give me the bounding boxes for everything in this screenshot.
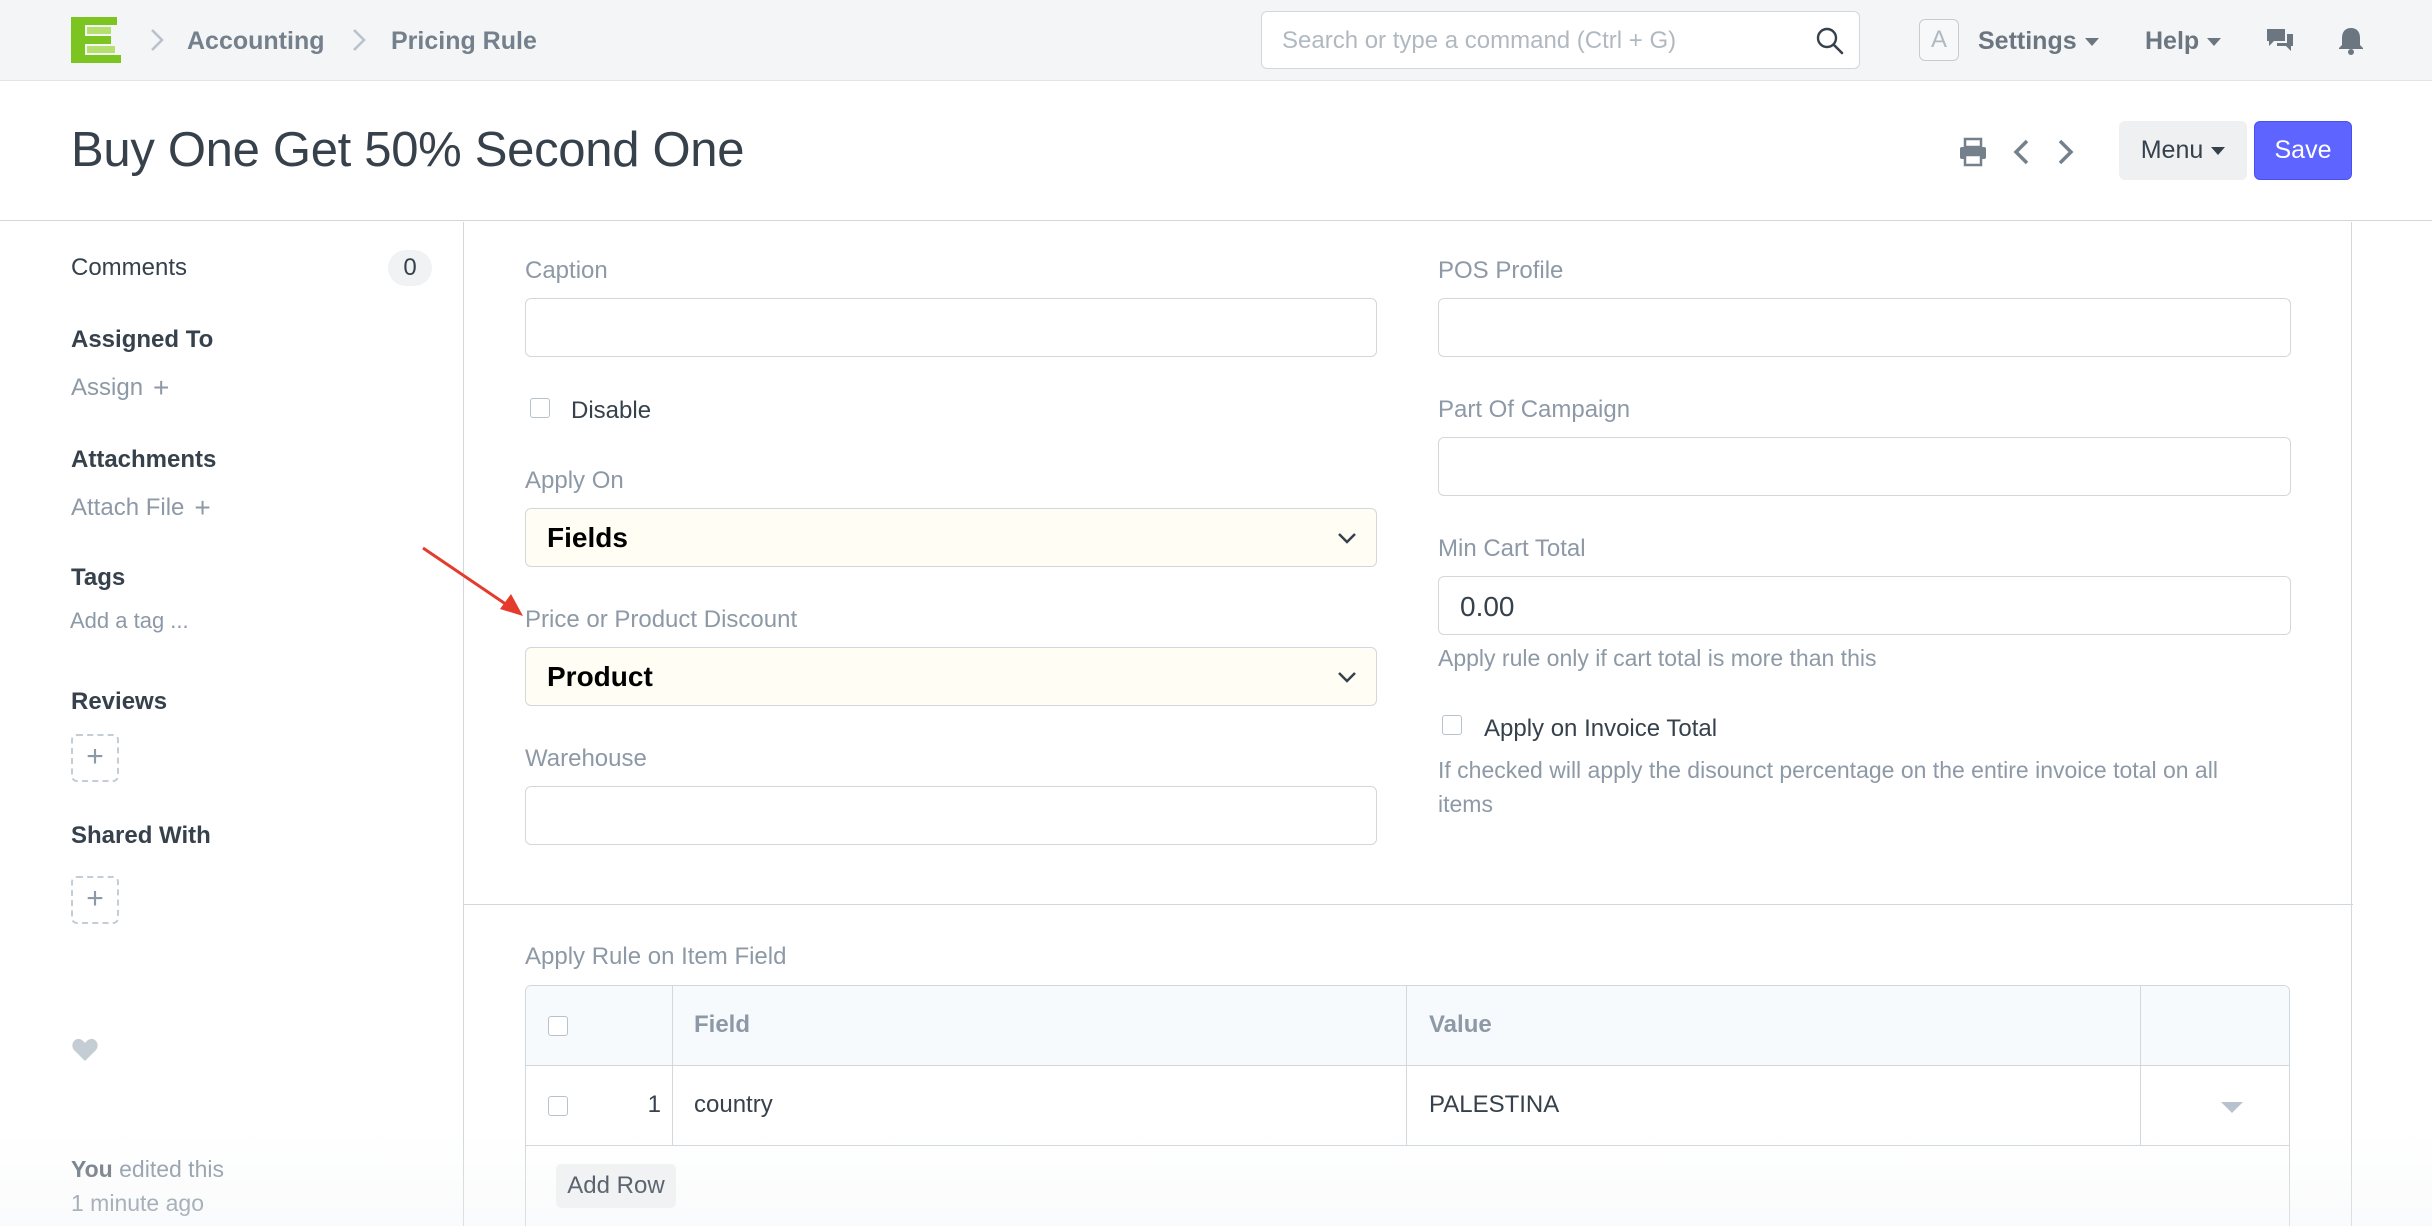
price-or-product-discount-select[interactable]: Product <box>525 647 1377 706</box>
comments-count-badge: 0 <box>388 250 432 286</box>
tags-heading: Tags <box>71 564 126 591</box>
previous-record-icon[interactable] <box>2006 136 2038 168</box>
add-tag-link[interactable]: Add a tag ... <box>70 608 189 634</box>
min-cart-total-help: Apply rule only if cart total is more th… <box>1438 645 1877 671</box>
last-edit-time: 1 minute ago <box>71 1190 204 1216</box>
app-logo-icon[interactable] <box>71 17 121 63</box>
table-row[interactable]: 1 country PALESTINA <box>526 1066 2289 1146</box>
row-value-cell[interactable]: PALESTINA <box>1429 1091 1559 1119</box>
column-divider <box>2140 986 2141 1146</box>
row-field-cell[interactable]: country <box>694 1091 773 1119</box>
disable-checkbox[interactable] <box>530 398 550 418</box>
save-button[interactable]: Save <box>2254 121 2352 180</box>
row-edit-caret-icon[interactable] <box>2221 1102 2243 1113</box>
disable-label: Disable <box>571 397 652 424</box>
plus-icon: + <box>194 492 211 523</box>
apply-on-invoice-total-label: Apply on Invoice Total <box>1484 715 1718 742</box>
form-sidebar: Comments 0 Assigned To Assign + Attachmen… <box>0 222 463 1226</box>
print-icon[interactable] <box>1957 136 1989 168</box>
chat-icon[interactable] <box>2264 24 2296 56</box>
last-edit-user: You <box>71 1156 113 1182</box>
assign-link[interactable]: Assign + <box>71 372 169 404</box>
search-icon[interactable] <box>1815 26 1845 56</box>
menu-label: Menu <box>2140 136 2204 164</box>
pos-profile-label: POS Profile <box>1438 257 1564 284</box>
caret-down-icon <box>2207 38 2222 47</box>
next-record-icon[interactable] <box>2049 136 2081 168</box>
apply-rule-on-item-field-label: Apply Rule on Item Field <box>525 943 787 970</box>
item-field-table: Field Value 1 country PALESTINA Add Row <box>525 985 2290 1226</box>
settings-label: Settings <box>1978 27 2077 55</box>
assigned-to-heading: Assigned To <box>71 326 214 353</box>
column-header-field[interactable]: Field <box>694 1011 750 1039</box>
help-label: Help <box>2145 27 2200 55</box>
caret-down-icon <box>2211 147 2226 156</box>
min-cart-total-label: Min Cart Total <box>1438 535 1586 562</box>
add-review-button[interactable]: + <box>71 734 119 782</box>
caret-down-icon <box>2084 38 2099 47</box>
settings-dropdown[interactable]: Settings <box>1978 26 2099 56</box>
chevron-right-icon <box>353 29 366 51</box>
add-row-button[interactable]: Add Row <box>556 1164 676 1208</box>
bell-icon[interactable] <box>2335 24 2367 56</box>
column-divider <box>1406 986 1407 1146</box>
menu-button[interactable]: Menu <box>2119 121 2247 180</box>
search-placeholder: Search or type a command (Ctrl + G) <box>1282 27 1677 54</box>
last-edit-info: You edited this <box>71 1156 224 1183</box>
chevron-down-icon <box>1338 672 1356 683</box>
min-cart-total-input[interactable]: 0.00 <box>1438 576 2291 635</box>
comments-label[interactable]: Comments <box>71 254 187 282</box>
pos-profile-input[interactable] <box>1438 298 2291 357</box>
part-of-campaign-label: Part Of Campaign <box>1438 396 1631 423</box>
attach-file-label: Attach File <box>71 494 185 521</box>
price-or-product-discount-label: Price or Product Discount <box>525 606 798 633</box>
navbar: Accounting Pricing Rule Search or type a… <box>0 0 2432 81</box>
chevron-down-icon <box>1338 533 1356 544</box>
column-divider <box>672 986 673 1146</box>
reviews-heading: Reviews <box>71 688 168 715</box>
apply-on-invoice-total-help-line-1: If checked will apply the disounct perce… <box>1438 757 2218 783</box>
page-title: Buy One Get 50% Second One <box>71 123 745 177</box>
form-body: Caption Disable Apply On Fields Price or… <box>463 222 2353 1226</box>
chevron-right-icon <box>151 29 164 51</box>
assign-label: Assign <box>71 374 144 401</box>
avatar[interactable]: A <box>1919 19 1959 61</box>
apply-on-select[interactable]: Fields <box>525 508 1377 567</box>
shared-with-heading: Shared With <box>71 822 211 849</box>
breadcrumb-accounting[interactable]: Accounting <box>187 26 325 56</box>
apply-on-invoice-total-help-line-2: items <box>1438 791 1493 817</box>
heart-icon[interactable] <box>72 1038 98 1062</box>
caption-input[interactable] <box>525 298 1377 357</box>
page-head: Buy One Get 50% Second One Menu Save <box>0 81 2432 221</box>
table-header: Field Value <box>526 986 2289 1066</box>
column-header-value[interactable]: Value <box>1429 1011 1492 1039</box>
plus-icon: + <box>153 372 170 403</box>
apply-on-label: Apply On <box>525 467 624 494</box>
attach-file-link[interactable]: Attach File + <box>71 492 211 524</box>
select-all-checkbox[interactable] <box>548 1016 568 1036</box>
apply-on-value: Fields <box>547 522 628 553</box>
add-share-button[interactable]: + <box>71 876 119 924</box>
breadcrumb-pricing-rule[interactable]: Pricing Rule <box>391 26 537 56</box>
section-divider <box>464 904 2353 905</box>
warehouse-label: Warehouse <box>525 745 647 772</box>
help-dropdown[interactable]: Help <box>2145 26 2222 56</box>
row-checkbox[interactable] <box>548 1096 568 1116</box>
row-index: 1 <box>647 1091 661 1118</box>
part-of-campaign-input[interactable] <box>1438 437 2291 496</box>
last-edit-action: edited this <box>112 1156 224 1182</box>
caption-label: Caption <box>525 257 608 284</box>
search-input[interactable]: Search or type a command (Ctrl + G) <box>1261 11 1860 69</box>
attachments-heading: Attachments <box>71 446 217 473</box>
apply-on-invoice-total-checkbox[interactable] <box>1442 715 1462 735</box>
warehouse-input[interactable] <box>525 786 1377 845</box>
price-or-product-discount-value: Product <box>547 661 653 692</box>
min-cart-total-value: 0.00 <box>1460 591 1515 622</box>
